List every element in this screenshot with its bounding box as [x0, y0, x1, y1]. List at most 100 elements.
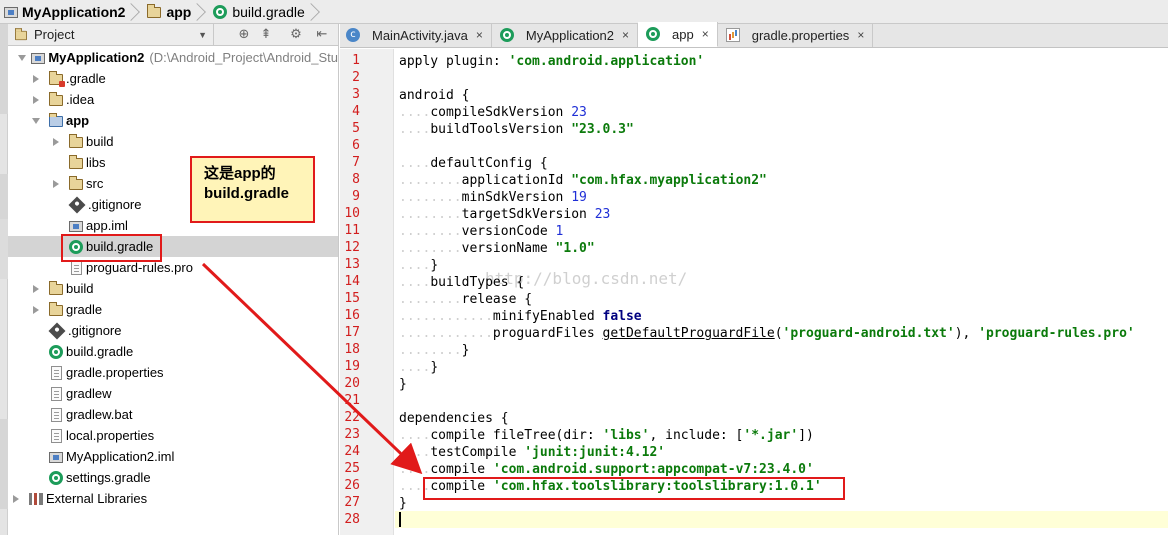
code-editor[interactable]: http://blog.csdn.net/ apply plugin: 'com…	[395, 49, 1168, 535]
file-icon	[51, 407, 62, 422]
code-line-9: ........minSdkVersion 19	[399, 190, 587, 205]
line-number: 23	[344, 427, 360, 442]
close-icon[interactable]: ×	[857, 28, 864, 42]
folder-icon	[49, 302, 63, 316]
favorites-tool-tab[interactable]	[0, 419, 8, 509]
tree-item-label: .idea	[66, 92, 95, 107]
tree-item-label: gradlew	[66, 386, 112, 401]
gear-icon[interactable]: ⚙	[288, 27, 304, 43]
tree-item-myapplication2-iml[interactable]: MyApplication2.iml	[8, 446, 338, 467]
tree-item-local-properties[interactable]: local.properties	[8, 425, 338, 446]
tree-item-label: MyApplication2	[48, 50, 145, 65]
annotation-box-build-gradle	[61, 234, 162, 262]
tree-item-label: app	[66, 113, 90, 128]
tab-app[interactable]: app ×	[638, 22, 718, 47]
line-number: 24	[344, 444, 360, 459]
git-icon	[48, 322, 66, 339]
collapse-all-icon[interactable]: ⇞	[258, 27, 274, 43]
tree-item-label: settings.gradle	[66, 470, 151, 485]
chevron-right-icon[interactable]	[32, 305, 42, 315]
tree-item-proguard-rules[interactable]: proguard-rules.pro	[8, 257, 338, 278]
folder-icon	[69, 176, 83, 190]
tree-item-gradle-properties[interactable]: gradle.properties	[8, 362, 338, 383]
tree-item-label: src	[86, 176, 104, 191]
project-tool-tab[interactable]	[0, 24, 8, 114]
tree-item-idea[interactable]: .idea	[8, 89, 338, 110]
line-number: 11	[344, 223, 360, 238]
code-line-16: ............minifyEnabled false	[399, 309, 642, 324]
code-line-14: ....buildTypes {	[399, 275, 525, 290]
line-number: 15	[344, 291, 360, 306]
tree-item-build[interactable]: build	[8, 131, 338, 152]
tree-item-myapplication2[interactable]: MyApplication2 (D:\Android_Project\Andro…	[8, 47, 338, 68]
libraries-icon	[29, 492, 43, 505]
tree-item-gitignore-root[interactable]: .gitignore	[8, 320, 338, 341]
chevron-right-icon[interactable]	[32, 284, 42, 294]
breadcrumb-separator	[309, 0, 319, 24]
tab-gradle-properties[interactable]: gradle.properties ×	[718, 23, 874, 47]
tree-item-gradlew[interactable]: gradlew	[8, 383, 338, 404]
chevron-right-icon[interactable]	[32, 74, 42, 84]
tree-item-build-root[interactable]: build	[8, 278, 338, 299]
project-panel-header: Project ▼ ⊕ ⇞ ⚙ ⇤	[8, 23, 338, 46]
breadcrumb-file[interactable]: build.gradle	[205, 0, 308, 24]
tree-item-gradle-root[interactable]: gradle	[8, 299, 338, 320]
folder-icon	[69, 134, 83, 148]
tab-mainactivity[interactable]: c MainActivity.java ×	[340, 23, 492, 47]
file-icon	[51, 386, 62, 401]
code-line-8: ........applicationId "com.hfax.myapplic…	[399, 173, 767, 188]
project-view-selector[interactable]: Project ▼	[8, 23, 214, 46]
breadcrumb-project[interactable]: MyApplication2	[0, 0, 129, 24]
captures-tool-tab[interactable]	[0, 219, 8, 279]
line-number: 26	[344, 478, 360, 493]
tree-item-app[interactable]: app	[8, 110, 338, 131]
current-line-highlight	[395, 511, 1168, 528]
folder-icon	[15, 28, 27, 41]
line-number: 20	[344, 376, 360, 391]
tab-myapplication2[interactable]: MyApplication2 ×	[492, 23, 639, 47]
line-number: 13	[344, 257, 360, 272]
code-line-20: }	[399, 377, 407, 392]
line-number: 1	[352, 53, 360, 68]
chevron-right-icon[interactable]	[32, 95, 42, 105]
close-icon[interactable]: ×	[476, 28, 483, 42]
tab-label: MainActivity.java	[372, 27, 468, 43]
code-line-5: ....buildToolsVersion "23.0.3"	[399, 122, 634, 137]
code-line-1: apply plugin: 'com.android.application'	[399, 54, 705, 69]
chevron-right-icon[interactable]	[12, 494, 22, 504]
tree-item-label: External Libraries	[46, 491, 148, 506]
code-line-12: ........versionName "1.0"	[399, 241, 595, 256]
chevron-right-icon[interactable]	[52, 179, 62, 189]
line-number: 8	[352, 172, 360, 187]
code-line-3: android {	[399, 88, 470, 103]
tree-item-app-build-gradle[interactable]: build.gradle	[8, 236, 338, 257]
tree-item-label: proguard-rules.pro	[86, 260, 193, 275]
tree-item-gradle-dir[interactable]: .gradle	[8, 68, 338, 89]
code-line-23: ....compile fileTree(dir: 'libs', includ…	[399, 428, 814, 443]
line-number: 3	[352, 87, 360, 102]
folder-icon	[147, 4, 162, 18]
tree-item-external-libraries[interactable]: External Libraries	[8, 488, 338, 509]
scroll-from-source-icon[interactable]: ⊕	[236, 27, 252, 43]
chevron-down-icon[interactable]	[18, 53, 27, 63]
tree-item-gradlew-bat[interactable]: gradlew.bat	[8, 404, 338, 425]
hide-panel-icon[interactable]: ⇤	[314, 27, 330, 43]
chevron-right-icon[interactable]	[52, 137, 62, 147]
line-number: 5	[352, 121, 360, 136]
tree-item-settings-gradle[interactable]: settings.gradle	[8, 467, 338, 488]
chevron-down-icon[interactable]	[32, 116, 42, 126]
tree-item-build-gradle-root[interactable]: build.gradle	[8, 341, 338, 362]
code-line-13: ....}	[399, 258, 439, 273]
close-icon[interactable]: ×	[702, 27, 709, 41]
close-icon[interactable]: ×	[622, 28, 629, 42]
code-line-17: ............proguardFiles getDefaultProg…	[399, 326, 1135, 341]
tree-item-label: app.iml	[86, 218, 128, 233]
line-number: 16	[344, 308, 360, 323]
tree-item-label: .gitignore	[88, 197, 142, 212]
file-icon	[71, 260, 82, 275]
breadcrumb-project-label: MyApplication2	[22, 3, 126, 20]
tree-item-label: build.gradle	[66, 344, 134, 359]
iml-file-icon	[49, 452, 63, 463]
gradle-icon	[49, 470, 63, 485]
code-line-27: }	[399, 496, 407, 511]
